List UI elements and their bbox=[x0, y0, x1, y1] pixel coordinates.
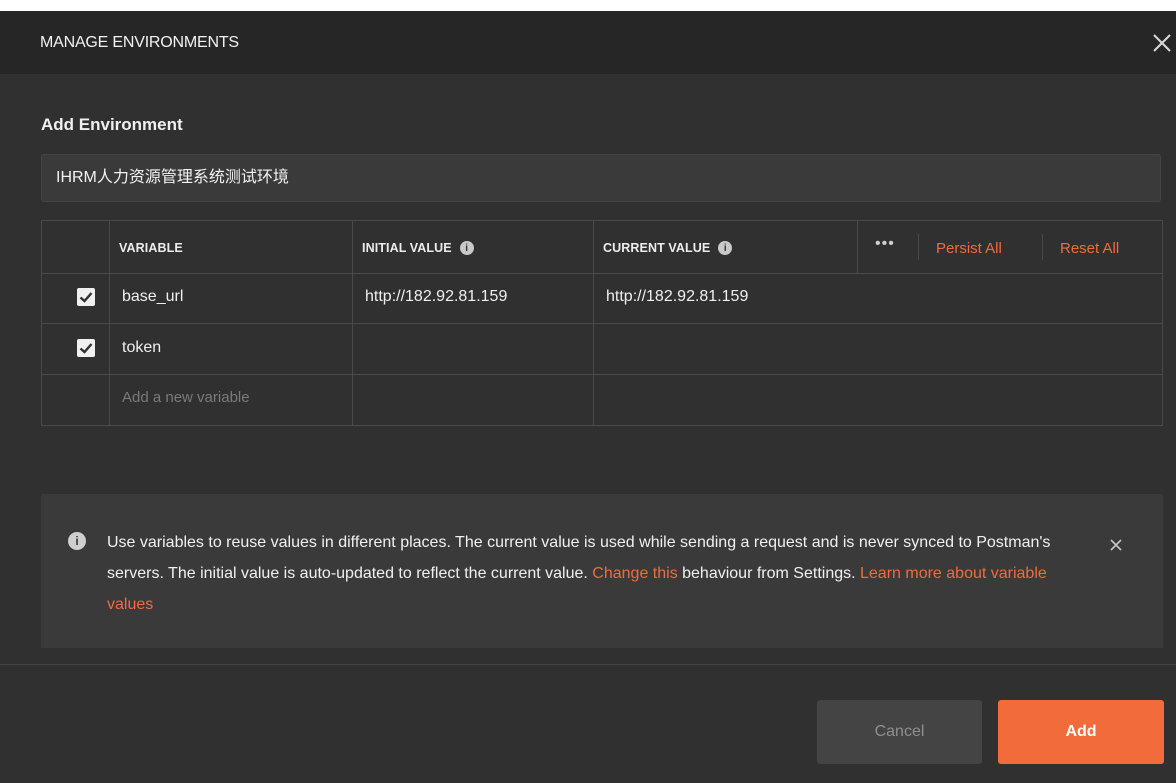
initial-value[interactable]: http://182.92.81.159 bbox=[365, 288, 507, 306]
info-text: Use variables to reuse values in differe… bbox=[107, 534, 1051, 613]
add-button[interactable]: Add bbox=[998, 700, 1164, 764]
modal-header: MANAGE ENVIRONMENTS bbox=[0, 11, 1176, 74]
column-header-current-value: CURRENT VALUE i bbox=[603, 241, 733, 255]
variable-name[interactable]: base_url bbox=[122, 288, 183, 306]
row-checkbox[interactable] bbox=[77, 288, 95, 306]
dismiss-icon[interactable] bbox=[1109, 538, 1123, 552]
section-title: Add Environment bbox=[41, 115, 183, 134]
current-value[interactable]: http://182.92.81.159 bbox=[606, 288, 748, 306]
more-actions-icon[interactable]: ••• bbox=[875, 235, 895, 253]
footer-divider bbox=[0, 664, 1176, 665]
cancel-button[interactable]: Cancel bbox=[817, 700, 982, 764]
manage-environments-modal: MANAGE ENVIRONMENTS Add Environment IHRM… bbox=[0, 11, 1176, 783]
column-header-variable: VARIABLE bbox=[119, 241, 183, 255]
info-icon[interactable]: i bbox=[459, 241, 474, 255]
info-banner: i Use variables to reuse values in diffe… bbox=[41, 494, 1163, 648]
change-settings-link[interactable]: Change this bbox=[592, 565, 677, 582]
reset-all-button[interactable]: Reset All bbox=[1060, 240, 1119, 257]
info-icon[interactable]: i bbox=[718, 241, 733, 255]
persist-all-button[interactable]: Persist All bbox=[936, 240, 1002, 257]
info-icon: i bbox=[68, 532, 86, 550]
row-checkbox[interactable] bbox=[77, 339, 95, 357]
add-variable-input[interactable]: Add a new variable bbox=[122, 389, 250, 406]
close-icon[interactable] bbox=[1148, 29, 1176, 57]
modal-title: MANAGE ENVIRONMENTS bbox=[40, 34, 239, 51]
environment-name-input[interactable]: IHRM人力资源管理系统测试环境 bbox=[41, 154, 1161, 202]
variable-name[interactable]: token bbox=[122, 339, 161, 357]
column-header-initial-value: INITIAL VALUE i bbox=[362, 241, 474, 255]
variables-table: VARIABLE INITIAL VALUE i CURRENT VALUE i… bbox=[41, 220, 1163, 426]
